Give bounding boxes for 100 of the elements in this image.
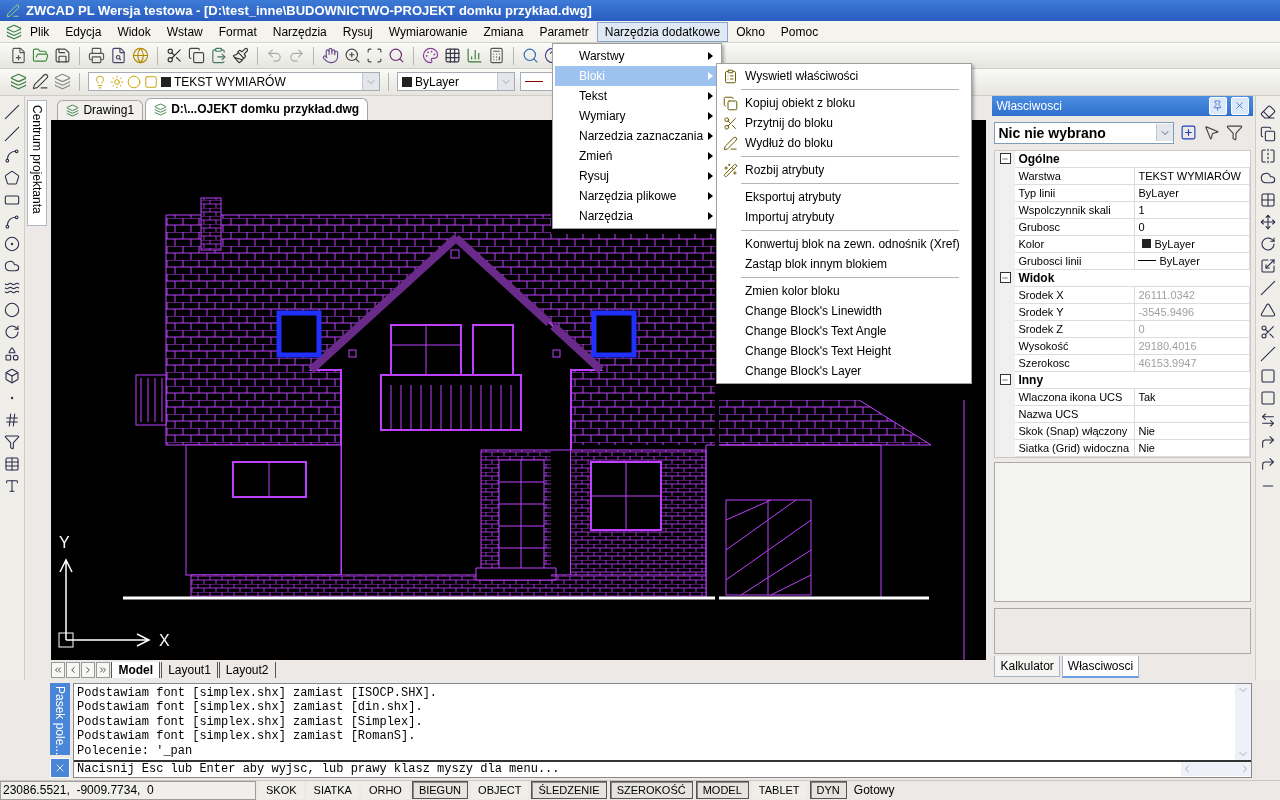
scrollbar[interactable] xyxy=(1235,683,1251,761)
expand-toggle[interactable] xyxy=(999,153,1011,165)
layout-tab[interactable]: Layout1 xyxy=(161,661,218,678)
last-tab-button[interactable] xyxy=(96,661,111,678)
status-toggle[interactable]: ORHO xyxy=(361,781,409,800)
status-toggle[interactable]: SIATKA xyxy=(306,781,359,800)
property-value[interactable]: ByLayer xyxy=(1135,184,1250,202)
layers-icon[interactable] xyxy=(10,73,27,91)
property-value[interactable]: Tak xyxy=(1135,388,1250,406)
copy-icon[interactable] xyxy=(188,47,205,65)
hand-icon[interactable] xyxy=(322,47,339,65)
status-toggle[interactable]: BIEGUN xyxy=(411,781,469,800)
search-icon[interactable] xyxy=(522,47,539,65)
trim-icon[interactable] xyxy=(1259,323,1276,340)
magnifier-icon[interactable] xyxy=(388,47,405,65)
property-value[interactable]: 1 xyxy=(1135,201,1250,219)
select-objects-icon[interactable] xyxy=(1203,124,1221,142)
submenu-entry[interactable]: Rozbij atrybuty xyxy=(717,160,971,180)
layer-dropdown[interactable]: TEKST WYMIARÓW xyxy=(88,72,380,92)
submenu-entry[interactable]: Zastąp blok innym blokiem xyxy=(717,254,971,274)
status-toggle[interactable]: SKOK xyxy=(259,781,304,800)
pin-button[interactable] xyxy=(1208,96,1227,115)
copy-icon[interactable] xyxy=(1259,125,1276,142)
status-toggle[interactable]: TABLET xyxy=(751,781,807,800)
menu-entry[interactable]: Narzędzia plikowe xyxy=(555,186,719,206)
text-icon[interactable] xyxy=(4,477,21,494)
menu-item[interactable]: Wymiarowanie xyxy=(380,21,476,42)
eraser-icon[interactable] xyxy=(1259,103,1276,120)
array-icon[interactable] xyxy=(1259,191,1276,208)
status-toggle[interactable]: ŚLEDZENIE xyxy=(531,781,607,800)
scissors-icon[interactable] xyxy=(166,47,183,65)
first-tab-button[interactable] xyxy=(51,661,66,678)
property-value[interactable]: ByLayer xyxy=(1135,235,1250,253)
panel-tab[interactable]: Własciwosci xyxy=(1061,655,1140,678)
previous-tab-button[interactable] xyxy=(66,661,81,678)
paste-icon[interactable] xyxy=(210,47,227,65)
menu-item[interactable]: Zmiana xyxy=(475,21,532,42)
polygon-icon[interactable] xyxy=(4,169,21,186)
brush-icon[interactable] xyxy=(232,47,249,65)
zoom-window-icon[interactable] xyxy=(366,47,383,65)
submenu-entry[interactable]: Change Block's Linewidth xyxy=(717,301,971,321)
scrollbar[interactable] xyxy=(1181,762,1251,777)
palette-icon[interactable] xyxy=(422,47,439,65)
menu-item[interactable]: Parametr xyxy=(531,21,597,42)
menu-entry[interactable]: Warstwy xyxy=(555,46,719,66)
property-value[interactable]: Nie xyxy=(1135,439,1250,457)
submenu-entry[interactable]: Wydłuż do bloku xyxy=(717,133,971,153)
menu-item[interactable]: Plik xyxy=(22,21,58,42)
grid-icon[interactable] xyxy=(444,47,461,65)
menu-item[interactable]: Widok xyxy=(109,21,159,42)
menu-item[interactable]: Rysuj xyxy=(334,21,381,42)
submenu-entry[interactable]: Change Block's Layer xyxy=(717,361,971,381)
submenu-entry[interactable]: Konwertuj blok na zewn. odnośnik (Xref) xyxy=(717,234,971,254)
submenu-entry[interactable]: Change Block's Text Angle xyxy=(717,321,971,341)
menu-item[interactable]: Format xyxy=(210,21,265,42)
status-toggle[interactable]: SZEROKOŚĆ xyxy=(609,781,693,800)
line-icon[interactable] xyxy=(4,103,21,120)
bars-icon[interactable] xyxy=(466,47,483,65)
next-tab-button[interactable] xyxy=(81,661,96,678)
submenu-entry[interactable]: Eksportuj atrybuty xyxy=(717,187,971,207)
selection-dropdown[interactable]: Nic nie wybrano xyxy=(994,121,1175,144)
table-icon[interactable] xyxy=(4,455,21,472)
menu-entry[interactable]: Tekst xyxy=(555,86,719,106)
layout-tab[interactable]: Layout2 xyxy=(218,661,276,678)
new-file-icon[interactable] xyxy=(10,47,27,65)
document-tab[interactable]: D:\...OJEKT domku przykład.dwg xyxy=(145,97,369,120)
ellipse-icon[interactable] xyxy=(4,301,21,318)
menu-item[interactable]: Wstaw xyxy=(158,21,211,42)
property-value[interactable]: 0 xyxy=(1135,218,1250,236)
menu-item[interactable]: Narzędzia dodatkowe xyxy=(596,21,729,42)
menu-entry[interactable]: Narzedzia zaznaczania xyxy=(555,126,719,146)
mirror-icon[interactable] xyxy=(1259,147,1276,164)
save-icon[interactable] xyxy=(54,47,71,65)
color-dropdown[interactable]: ByLayer xyxy=(397,72,515,92)
zoom-in-icon[interactable] xyxy=(344,47,361,65)
layer-stack-icon[interactable] xyxy=(54,73,71,91)
scale-icon[interactable] xyxy=(1259,257,1276,274)
move-icon[interactable] xyxy=(1259,213,1276,230)
status-toggle[interactable]: DYN xyxy=(809,781,847,800)
document-tab[interactable]: Drawing1 xyxy=(57,99,144,120)
submenu-entry[interactable]: Wyswietl właściwości xyxy=(717,66,971,86)
layer-edit-icon[interactable] xyxy=(32,73,49,91)
app-menu-icon[interactable] xyxy=(6,23,22,40)
property-value[interactable]: ByLayer xyxy=(1135,252,1250,270)
command-panel-tab[interactable]: Pasek pole... xyxy=(50,682,70,755)
expand-toggle[interactable] xyxy=(999,272,1011,284)
expand-toggle[interactable] xyxy=(999,374,1011,386)
preview-icon[interactable] xyxy=(110,47,127,65)
filter-icon[interactable] xyxy=(1226,124,1244,142)
status-toggle[interactable]: OBJECT xyxy=(471,781,529,800)
arc-icon[interactable] xyxy=(4,213,21,230)
property-value[interactable]: TEKST WYMIARÓW xyxy=(1135,167,1250,185)
calculator-icon[interactable] xyxy=(488,47,505,65)
quick-select-icon[interactable] xyxy=(1180,124,1198,142)
panel-tab[interactable]: Kalkulator xyxy=(994,655,1060,677)
submenu-entry[interactable]: Change Block's Text Height xyxy=(717,341,971,361)
submenu-entry[interactable]: Kopiuj obiekt z bloku xyxy=(717,93,971,113)
layout-tab[interactable]: Model xyxy=(111,661,161,678)
status-toggle[interactable]: MODEL xyxy=(695,781,749,800)
close-button[interactable] xyxy=(50,757,70,778)
